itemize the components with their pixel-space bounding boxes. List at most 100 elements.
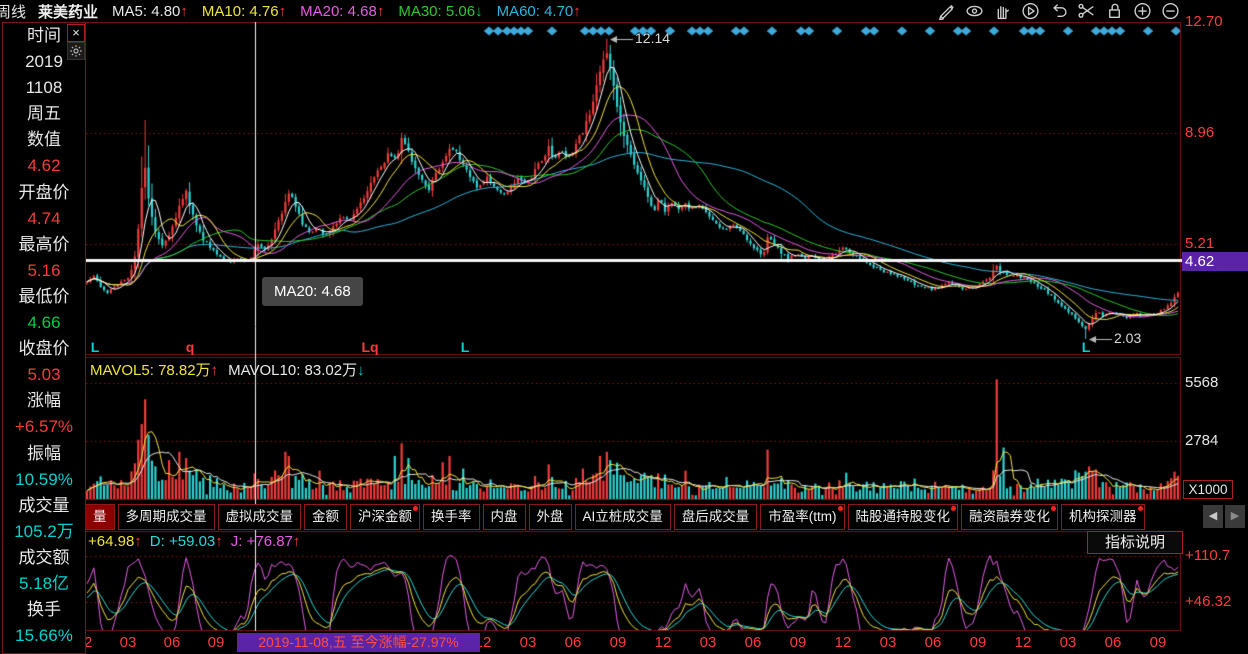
tab-afterhours-volume[interactable]: 盘后成交量 xyxy=(674,504,758,530)
x-axis-label: 12 xyxy=(655,634,672,652)
info-label: 开盘价 xyxy=(3,180,85,206)
down-arrow-icon: ↓ xyxy=(357,362,365,379)
undo-icon[interactable] xyxy=(1049,1,1068,20)
info-label: 换手 xyxy=(3,597,85,623)
x-axis-label: 03 xyxy=(120,634,137,652)
x-axis-label: 06 xyxy=(925,634,942,652)
cut-icon[interactable] xyxy=(1077,1,1096,20)
tab-hs-amount[interactable]: 沪深金额 xyxy=(350,504,420,530)
ma-legend-item: MA20: 4.68↑ xyxy=(300,3,384,20)
up-arrow-icon: ↑ xyxy=(180,3,188,20)
info-value: 5.18亿 xyxy=(3,571,85,597)
info-label: 1108 xyxy=(3,75,85,101)
price-annotation: 12.14 xyxy=(635,30,670,46)
info-value: 15.66% xyxy=(3,623,85,649)
x-axis-label: 09 xyxy=(208,634,225,652)
notification-dot xyxy=(1138,506,1143,511)
tab-ai-volume[interactable]: AI立桩成交量 xyxy=(575,504,671,530)
tab-pe-ttm[interactable]: 市盈率(ttm) xyxy=(760,504,844,530)
eye-icon[interactable] xyxy=(965,1,984,20)
info-value: +6.57% xyxy=(3,414,85,440)
tabs-scroll-right-button[interactable]: ▶ xyxy=(1225,505,1245,528)
info-value: 5.03 xyxy=(3,362,85,388)
zoom-in-icon[interactable] xyxy=(1133,1,1152,20)
chart-canvas[interactable] xyxy=(0,0,1248,654)
ma-legend-item: MA30: 5.06↓ xyxy=(398,3,482,20)
info-value: 10.59% xyxy=(3,467,85,493)
info-value: 4.62 xyxy=(3,153,85,179)
up-arrow-icon: ↑ xyxy=(134,533,142,550)
ma-legend-item: MA10: 4.76↑ xyxy=(202,3,286,20)
info-label: 最低价 xyxy=(3,284,85,310)
x-axis-label: 06 xyxy=(565,634,582,652)
tab-turnover-rate[interactable]: 换手率 xyxy=(423,504,480,530)
date-badge: 2019-11-08,五 至今涨幅-27.97% xyxy=(237,633,480,652)
tab-outer-disc[interactable]: 外盘 xyxy=(529,504,572,530)
info-value: 5.16 xyxy=(3,258,85,284)
x-axis-label: 12 xyxy=(1015,634,1032,652)
up-arrow-icon: ↑ xyxy=(293,533,301,550)
info-label: 成交量 xyxy=(3,493,85,519)
info-label: 周五 xyxy=(3,101,85,127)
x-axis-label: 09 xyxy=(1150,634,1167,652)
stock-name: 莱美药业 xyxy=(38,1,98,22)
tab-northbound-holdings[interactable]: 陆股通持股变化 xyxy=(848,504,959,530)
close-icon[interactable]: × xyxy=(67,24,85,42)
gear-icon[interactable] xyxy=(67,42,85,60)
ma-legend-item: MA5: 4.80↑ xyxy=(112,3,188,20)
tab-volume[interactable]: 量 xyxy=(85,504,115,530)
indicator-tabs: 量多周期成交量虚拟成交量金额沪深金额换手率内盘外盘AI立桩成交量盘后成交量市盈率… xyxy=(85,504,1195,530)
tab-virtual-volume[interactable]: 虚拟成交量 xyxy=(218,504,302,530)
up-arrow-icon: ↑ xyxy=(215,533,223,550)
zoom-out-icon[interactable] xyxy=(1161,1,1180,20)
price-annotation: 2.03 xyxy=(1114,330,1141,346)
x-axis-label: 09 xyxy=(970,634,987,652)
kdj-value-label: D: +59.03↑ xyxy=(150,533,223,550)
info-value: 105.2万 xyxy=(3,519,85,545)
indicator-help-button[interactable]: 指标说明 xyxy=(1087,531,1183,554)
stock-app-window: 周线 莱美药业 MA5: 4.80↑MA10: 4.76↑MA20: 4.68↑… xyxy=(0,0,1248,654)
tab-institution-detector[interactable]: 机构探测器 xyxy=(1061,504,1145,530)
volume-ma-legend: MAVOL5: 78.82万↑ MAVOL10: 83.02万↓ xyxy=(90,359,365,380)
ma-tooltip-text: MA20: 4.68 xyxy=(274,283,351,300)
tab-margin-change[interactable]: 融资融券变化 xyxy=(961,504,1058,530)
up-arrow-icon: ↑ xyxy=(573,3,581,20)
volume-axis-label: 5568 xyxy=(1185,374,1218,392)
info-value: 4.74 xyxy=(3,206,85,232)
unlock-icon[interactable] xyxy=(1105,1,1124,20)
signal-letter: L xyxy=(1082,340,1091,354)
top-bar: 周线 莱美药业 MA5: 4.80↑ MA10: 4.76↑ MA20: 4.68↑… xyxy=(0,0,1248,22)
chart-toolbar xyxy=(937,1,1180,20)
x-axis-label: 03 xyxy=(520,634,537,652)
volume-axis-label: 2784 xyxy=(1185,432,1218,450)
signal-letter: Lq xyxy=(361,340,378,354)
up-arrow-icon: ↑ xyxy=(279,3,287,20)
ma-tooltip: MA20: 4.68 xyxy=(262,277,363,306)
signal-letter: L xyxy=(91,340,100,354)
replay-icon[interactable] xyxy=(1021,1,1040,20)
tab-inner-disc[interactable]: 内盘 xyxy=(483,504,526,530)
tabs-scroll-left-button[interactable]: ◀ xyxy=(1203,505,1223,528)
x-axis-label: 03 xyxy=(880,634,897,652)
x-axis-label: 12 xyxy=(835,634,852,652)
x-axis-label: 06 xyxy=(745,634,762,652)
info-value: 4.66 xyxy=(3,310,85,336)
tab-amount[interactable]: 金额 xyxy=(304,504,347,530)
x-axis-label: 06 xyxy=(164,634,181,652)
ma-legend: MA5: 4.80↑ MA10: 4.76↑ MA20: 4.68↑ MA30: 5.… xyxy=(112,3,581,20)
x-axis-label: 09 xyxy=(610,634,627,652)
x-axis-label: 06 xyxy=(1105,634,1122,652)
pan-hand-icon[interactable] xyxy=(993,1,1012,20)
volume-ma-label: MAVOL10: 83.02万↓ xyxy=(228,359,364,380)
info-panel: 时间20191108周五数值4.62开盘价4.74最高价5.16最低价4.66收… xyxy=(2,22,86,654)
kdj-axis-label: +46.32 xyxy=(1185,593,1231,611)
pen-icon[interactable] xyxy=(937,1,956,20)
tab-multiperiod-volume[interactable]: 多周期成交量 xyxy=(118,504,215,530)
kdj-value-label: +64.98↑ xyxy=(88,533,142,550)
period-label[interactable]: 周线 xyxy=(0,1,26,22)
ma-legend-item: MA60: 4.70↑ xyxy=(497,3,581,20)
volume-ma-label: MAVOL5: 78.82万↑ xyxy=(90,359,218,380)
x-axis-label: 09 xyxy=(790,634,807,652)
down-arrow-icon: ↓ xyxy=(475,3,483,20)
up-arrow-icon: ↑ xyxy=(211,362,219,379)
